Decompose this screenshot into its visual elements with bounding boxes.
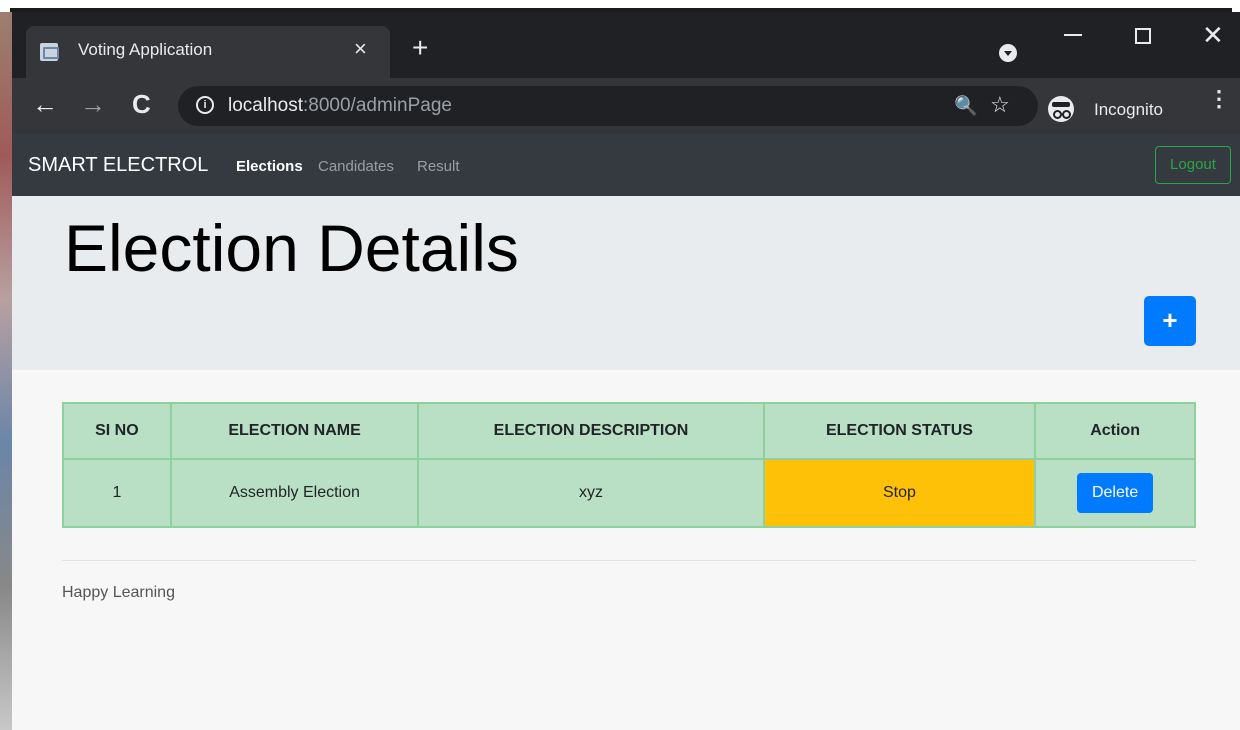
delete-button[interactable]: Delete [1077,473,1154,513]
header-election-status: ELECTION STATUS [762,402,1037,460]
tab-title: Voting Application [78,40,213,59]
add-election-button[interactable]: + [1144,296,1196,346]
incognito-icon[interactable] [1048,96,1074,122]
kebab-menu-icon[interactable]: ⋮ [1208,88,1230,110]
window-close-button[interactable]: ✕ [1202,20,1224,51]
back-icon[interactable]: ← [32,90,58,118]
footer-divider [62,560,1196,561]
background-window-edge [0,12,12,730]
close-icon[interactable]: × [354,36,367,62]
site-navbar: SMART ELECTROL Elections Candidates Resu… [12,134,1240,196]
header-si-no: SI NO [62,402,172,460]
reload-icon[interactable]: C [132,90,151,118]
jumbotron: Election Details + [12,196,1240,370]
cell-si-no: 1 [62,458,172,528]
info-icon[interactable]: i [196,96,214,114]
page-title: Election Details [64,211,519,285]
minimize-button[interactable] [1064,34,1082,36]
tab-strip: Voting Application × + ✕ [12,12,1240,78]
header-action: Action [1034,402,1196,460]
browser-tab-voting-application[interactable]: Voting Application × [26,26,390,78]
table-row: 1 Assembly Election xyz Stop Delete [62,458,1196,528]
incognito-label[interactable]: Incognito [1094,100,1163,120]
zoom-icon[interactable]: 🔍 [954,94,978,118]
logout-button[interactable]: Logout [1155,146,1231,184]
maximize-button[interactable] [1135,28,1151,44]
plus-icon[interactable]: + [412,34,428,62]
star-icon[interactable]: ☆ [990,92,1010,118]
url-host: localhost [228,95,303,116]
url-text[interactable]: localhost:8000/adminPage [228,95,452,117]
brand-link[interactable]: SMART ELECTROL [28,154,208,177]
address-bar[interactable]: i localhost:8000/adminPage 🔍 ☆ [178,86,1038,126]
nav-link-result[interactable]: Result [417,158,460,175]
profile-icon[interactable] [999,44,1017,62]
url-path: :8000/adminPage [303,95,452,116]
elections-table-wrapper: SI NO ELECTION NAME ELECTION DESCRIPTION… [62,402,1196,528]
cell-action: Delete [1034,458,1196,528]
elections-table: SI NO ELECTION NAME ELECTION DESCRIPTION… [62,402,1196,528]
forward-icon[interactable]: → [80,90,106,118]
cell-election-name: Assembly Election [169,458,420,528]
browser-window: Voting Application × + ✕ ← → C i localho… [12,12,1240,730]
nav-link-elections[interactable]: Elections [236,158,303,175]
nav-link-candidates[interactable]: Candidates [318,158,394,175]
screen-top-strip [0,0,1240,12]
browser-toolbar: ← → C i localhost:8000/adminPage 🔍 ☆ Inc… [12,78,1240,134]
favicon-icon [40,43,59,61]
header-election-description: ELECTION DESCRIPTION [417,402,765,460]
footer-text: Happy Learning [62,584,175,601]
cell-election-description: xyz [417,458,765,528]
cell-election-status: Stop [762,458,1037,528]
header-election-name: ELECTION NAME [169,402,420,460]
table-header-row: SI NO ELECTION NAME ELECTION DESCRIPTION… [62,402,1196,460]
